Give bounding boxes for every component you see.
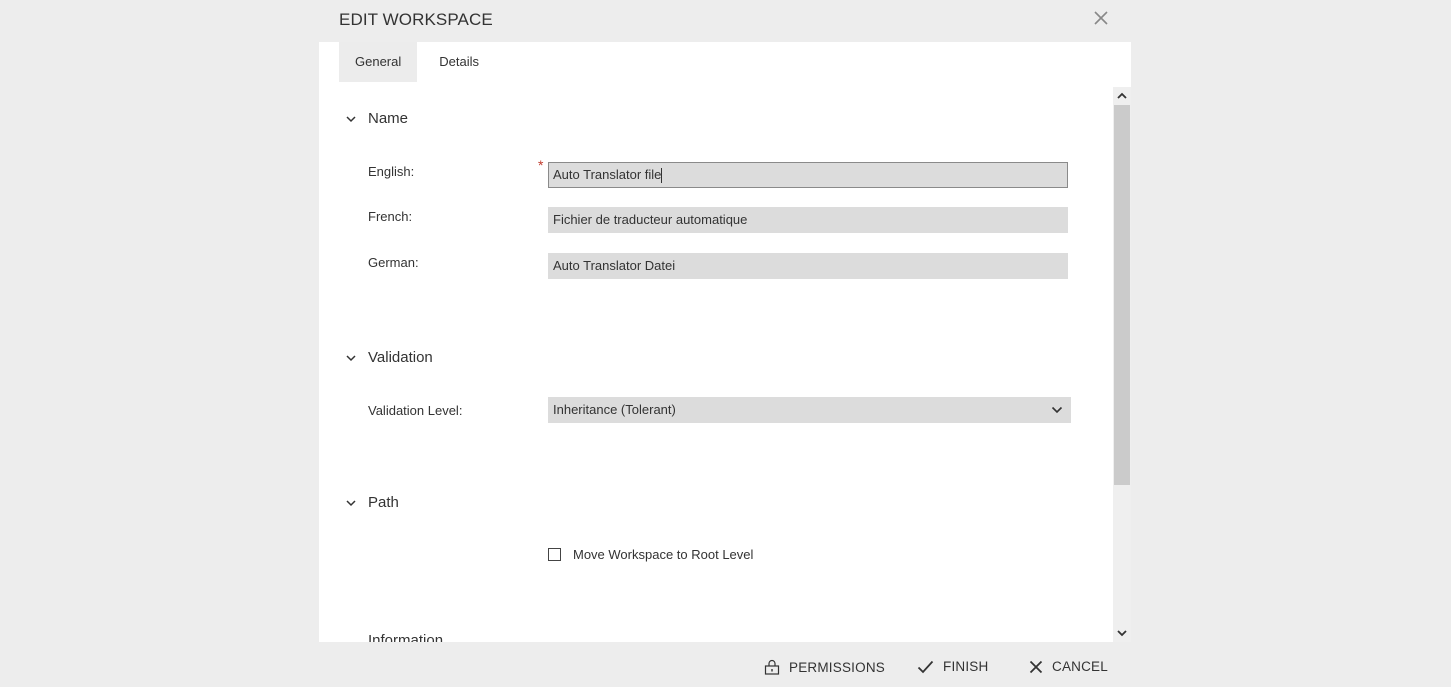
french-label: French:: [368, 209, 413, 224]
chevron-down-icon: [346, 115, 356, 122]
english-name-input[interactable]: Auto Translator file: [548, 162, 1068, 188]
chevron-down-icon: [1117, 630, 1127, 637]
english-label: English:: [368, 164, 415, 179]
permissions-button[interactable]: PERMISSIONS: [764, 659, 885, 675]
cancel-button[interactable]: CANCEL: [1029, 659, 1108, 674]
move-to-root-option[interactable]: Move Workspace to Root Level: [548, 547, 753, 562]
english-name-value: Auto Translator file: [553, 167, 662, 182]
cancel-label: CANCEL: [1052, 659, 1108, 674]
section-path-title: Path: [368, 494, 399, 511]
tab-bar: General Details: [339, 42, 495, 82]
german-name-value: Auto Translator Datei: [553, 258, 676, 273]
validation-level-value: Inheritance (Tolerant): [553, 402, 676, 417]
checkmark-icon: [917, 660, 934, 673]
permissions-label: PERMISSIONS: [789, 659, 885, 675]
scrollbar-thumb[interactable]: [1114, 105, 1130, 485]
move-to-root-label: Move Workspace to Root Level: [573, 547, 754, 562]
finish-button[interactable]: FINISH: [917, 659, 988, 674]
chevron-down-icon: [1051, 406, 1063, 414]
section-validation-title: Validation: [368, 349, 433, 366]
dialog-body: General Details Name English: * Auto Tra…: [319, 42, 1131, 642]
section-name-title: Name: [368, 110, 409, 127]
chevron-down-icon: [346, 499, 356, 506]
german-name-input[interactable]: Auto Translator Datei: [548, 253, 1068, 279]
chevron-up-icon: [1117, 92, 1127, 99]
french-name-input[interactable]: Fichier de traducteur automatique: [548, 207, 1068, 233]
move-to-root-checkbox[interactable]: [548, 548, 561, 561]
tab-details[interactable]: Details: [417, 42, 495, 82]
text-caret: [661, 168, 663, 184]
french-name-value: Fichier de traducteur automatique: [553, 212, 748, 227]
section-path-toggle[interactable]: Path: [344, 494, 399, 511]
dialog-footer: PERMISSIONS FINISH CANCEL: [319, 642, 1131, 687]
required-marker: *: [538, 157, 544, 173]
section-name-toggle[interactable]: Name: [344, 110, 408, 127]
validation-level-label: Validation Level:: [368, 403, 463, 418]
close-icon: [1029, 660, 1043, 673]
german-label: German:: [368, 255, 419, 270]
chevron-down-icon: [346, 354, 356, 361]
finish-label: FINISH: [943, 659, 989, 674]
close-button[interactable]: [1092, 8, 1110, 28]
close-icon: [1094, 11, 1108, 25]
section-validation-toggle[interactable]: Validation: [344, 349, 433, 366]
edit-workspace-dialog: EDIT WORKSPACE General Details Name Engl…: [319, 0, 1131, 687]
vertical-scrollbar[interactable]: [1113, 87, 1131, 642]
tab-general[interactable]: General: [339, 42, 418, 82]
lock-icon: [764, 659, 780, 675]
section-information-title[interactable]: Information: [368, 632, 443, 642]
scroll-up-button[interactable]: [1113, 87, 1131, 105]
validation-level-select[interactable]: Inheritance (Tolerant): [548, 397, 1071, 423]
scroll-down-button[interactable]: [1113, 624, 1131, 642]
dialog-title: EDIT WORKSPACE: [339, 10, 493, 29]
